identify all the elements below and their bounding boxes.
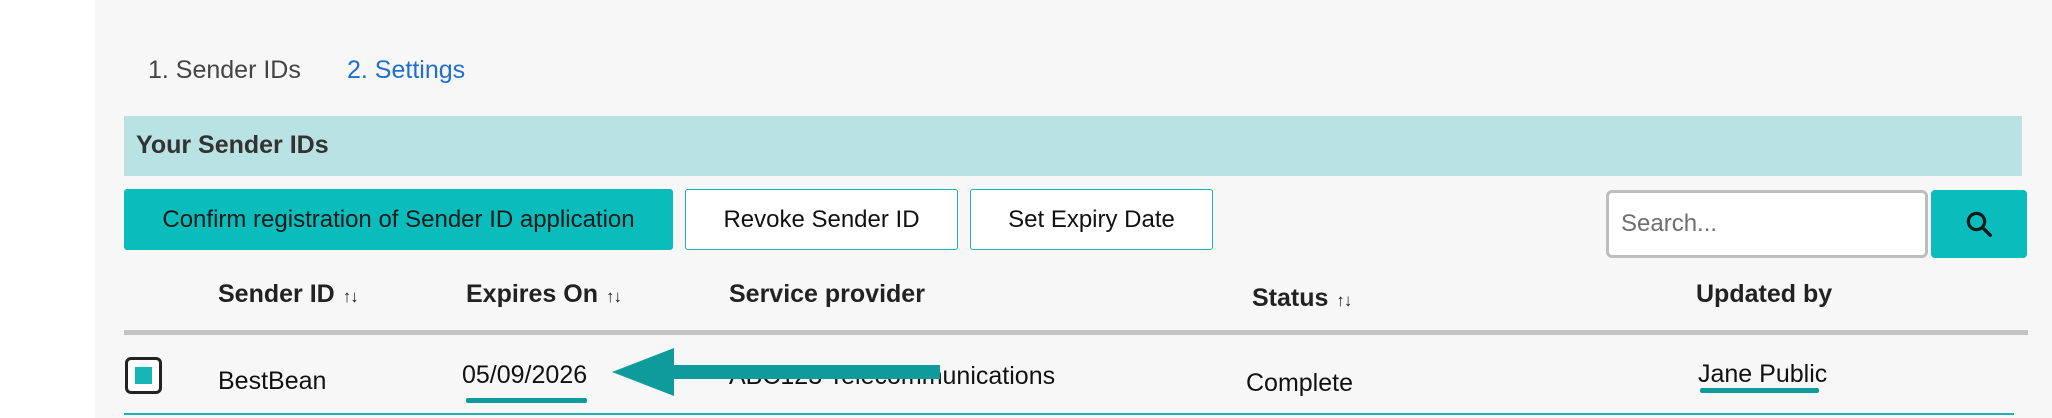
cell-expires-on: 05/09/2026 — [462, 361, 588, 389]
set-expiry-date-button[interactable]: Set Expiry Date — [970, 189, 1213, 250]
search-button[interactable] — [1931, 190, 2027, 258]
section-title: Your Sender IDs — [136, 131, 329, 159]
cell-sender-id: BestBean — [218, 367, 327, 395]
tab-sender-ids[interactable]: 1. Sender IDs — [148, 56, 301, 85]
revoke-sender-id-button[interactable]: Revoke Sender ID — [685, 189, 958, 250]
arrow-left-icon — [612, 348, 940, 396]
row-checkbox[interactable] — [125, 357, 162, 394]
column-label: Status — [1252, 284, 1329, 312]
sort-icon[interactable]: ↑↓ — [606, 287, 622, 306]
section-header: Your Sender IDs — [124, 116, 2022, 176]
column-header-status[interactable]: Status ↑↓ — [1252, 284, 1352, 313]
cell-updated-by[interactable]: Jane Public — [1698, 360, 1827, 389]
column-header-service-provider: Service provider — [729, 280, 925, 309]
column-header-expires-on[interactable]: Expires On ↑↓ — [466, 280, 622, 309]
tab-settings[interactable]: 2. Settings — [347, 56, 465, 85]
sort-icon[interactable]: ↑↓ — [1336, 291, 1352, 310]
column-label: Sender ID — [218, 280, 335, 308]
checkbox-checked-mark — [135, 367, 152, 384]
column-header-updated-by: Updated by — [1696, 280, 1832, 309]
sort-icon[interactable]: ↑↓ — [343, 287, 359, 306]
search-icon — [1966, 211, 1992, 237]
updated-by-highlight-underline — [1700, 388, 1819, 393]
header-divider — [124, 330, 2028, 335]
column-label: Updated by — [1696, 280, 1833, 308]
row-divider — [124, 413, 2014, 415]
confirm-registration-button[interactable]: Confirm registration of Sender ID applic… — [124, 189, 673, 250]
column-header-sender-id[interactable]: Sender ID ↑↓ — [218, 280, 359, 309]
column-label: Service provider — [729, 280, 925, 308]
search-input[interactable] — [1606, 190, 1928, 258]
cell-status: Complete — [1246, 369, 1353, 397]
column-label: Expires On — [466, 280, 598, 308]
expires-on-highlight-underline — [466, 398, 587, 403]
